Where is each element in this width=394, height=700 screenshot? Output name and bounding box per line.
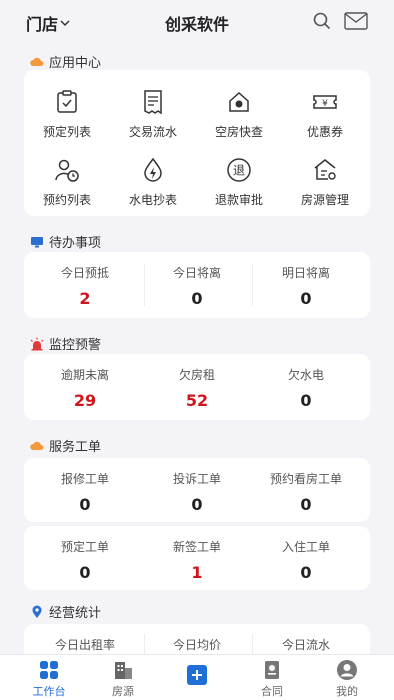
location-pin-icon bbox=[32, 605, 42, 618]
stats-card: 今日出租率 今日均价 今日流水 bbox=[24, 624, 370, 654]
add-icon bbox=[187, 665, 207, 685]
todo-departures-tomorrow[interactable]: 明日将离 0 bbox=[251, 264, 361, 308]
service-repair[interactable]: 报修工单 0 bbox=[30, 470, 140, 514]
app-booking-list[interactable]: 预定列表 bbox=[24, 88, 110, 140]
tab-add[interactable] bbox=[167, 664, 227, 686]
house-settings-icon bbox=[314, 159, 336, 180]
cloud-icon bbox=[30, 57, 44, 66]
todo-title: 待办事项 bbox=[30, 232, 101, 251]
dashboard-icon bbox=[40, 661, 58, 679]
service-check-in[interactable]: 入住工单 0 bbox=[251, 538, 361, 582]
user-clock-icon bbox=[55, 159, 79, 182]
service-complaint[interactable]: 投诉工单 0 bbox=[142, 470, 252, 514]
bottom-tab-bar: 工作台 房源 合同 我的 bbox=[0, 654, 394, 700]
app-title: 创采软件 bbox=[164, 15, 229, 34]
stats-revenue[interactable]: 今日流水 bbox=[251, 636, 361, 653]
tab-profile[interactable]: 我的 bbox=[317, 659, 377, 699]
tab-workbench[interactable]: 工作台 bbox=[19, 659, 79, 699]
app-transactions[interactable]: 交易流水 bbox=[110, 88, 196, 140]
service-title: 服务工单 bbox=[30, 436, 101, 455]
dashboard-content[interactable]: 应用中心 预定列表 交易流水 空房快查 ¥ 优惠券 预约列表 水电抄表 退 退款 bbox=[0, 44, 394, 654]
stats-occupancy[interactable]: 今日出租率 bbox=[30, 636, 140, 653]
tab-properties[interactable]: 房源 bbox=[93, 659, 153, 699]
alarm-icon bbox=[30, 337, 44, 350]
profile-icon bbox=[337, 660, 357, 680]
service-viewing[interactable]: 预约看房工单 0 bbox=[251, 470, 361, 514]
service-new-contract[interactable]: 新签工单 1 bbox=[142, 538, 252, 582]
cloud-icon bbox=[30, 441, 44, 450]
monitor-card: 逾期未离 29 欠房租 52 欠水电 0 bbox=[24, 354, 370, 420]
service-booking[interactable]: 预定工单 0 bbox=[30, 538, 140, 582]
monitor-utility-owed[interactable]: 欠水电 0 bbox=[251, 366, 361, 410]
todo-arrivals-today[interactable]: 今日预抵 2 bbox=[30, 264, 140, 308]
monitor-rent-owed[interactable]: 欠房租 52 bbox=[142, 366, 252, 410]
water-electric-icon bbox=[144, 157, 162, 182]
search-icon[interactable] bbox=[313, 12, 331, 30]
app-refund-approval[interactable]: 退 退款审批 bbox=[196, 156, 282, 208]
stats-average-price[interactable]: 今日均价 bbox=[142, 636, 252, 653]
refund-icon: 退 bbox=[227, 158, 251, 182]
stats-title: 经营统计 bbox=[30, 602, 101, 621]
todo-departures-today[interactable]: 今日将离 0 bbox=[142, 264, 252, 308]
app-appointments[interactable]: 预约列表 bbox=[24, 156, 110, 208]
app-header: 门店 创采软件 bbox=[0, 0, 394, 44]
service-card-1: 报修工单 0 投诉工单 0 预约看房工单 0 bbox=[24, 458, 370, 522]
app-center-card: 预定列表 交易流水 空房快查 ¥ 优惠券 预约列表 水电抄表 退 退款审批 房源… bbox=[24, 70, 370, 216]
app-vacant-rooms[interactable]: 空房快查 bbox=[196, 88, 282, 140]
monitor-icon bbox=[31, 236, 43, 247]
svg-text:¥: ¥ bbox=[322, 99, 328, 109]
room-icon bbox=[229, 91, 249, 112]
app-meter-reading[interactable]: 水电抄表 bbox=[110, 156, 196, 208]
coupon-icon: ¥ bbox=[313, 95, 337, 109]
tab-contracts[interactable]: 合同 bbox=[242, 659, 302, 699]
monitor-overdue[interactable]: 逾期未离 29 bbox=[30, 366, 140, 410]
svg-text:退: 退 bbox=[233, 164, 245, 178]
app-coupons[interactable]: ¥ 优惠券 bbox=[282, 88, 368, 140]
mail-icon[interactable] bbox=[344, 12, 368, 30]
app-center-title: 应用中心 bbox=[30, 52, 101, 71]
building-icon bbox=[115, 662, 132, 679]
clipboard-icon bbox=[57, 90, 77, 113]
monitor-title: 监控预警 bbox=[30, 334, 101, 353]
contract-icon bbox=[265, 661, 279, 679]
todo-card: 今日预抵 2 今日将离 0 明日将离 0 bbox=[24, 252, 370, 318]
receipt-icon bbox=[144, 90, 162, 115]
app-property-management[interactable]: 房源管理 bbox=[282, 156, 368, 208]
service-card-2: 预定工单 0 新签工单 1 入住工单 0 bbox=[24, 526, 370, 590]
